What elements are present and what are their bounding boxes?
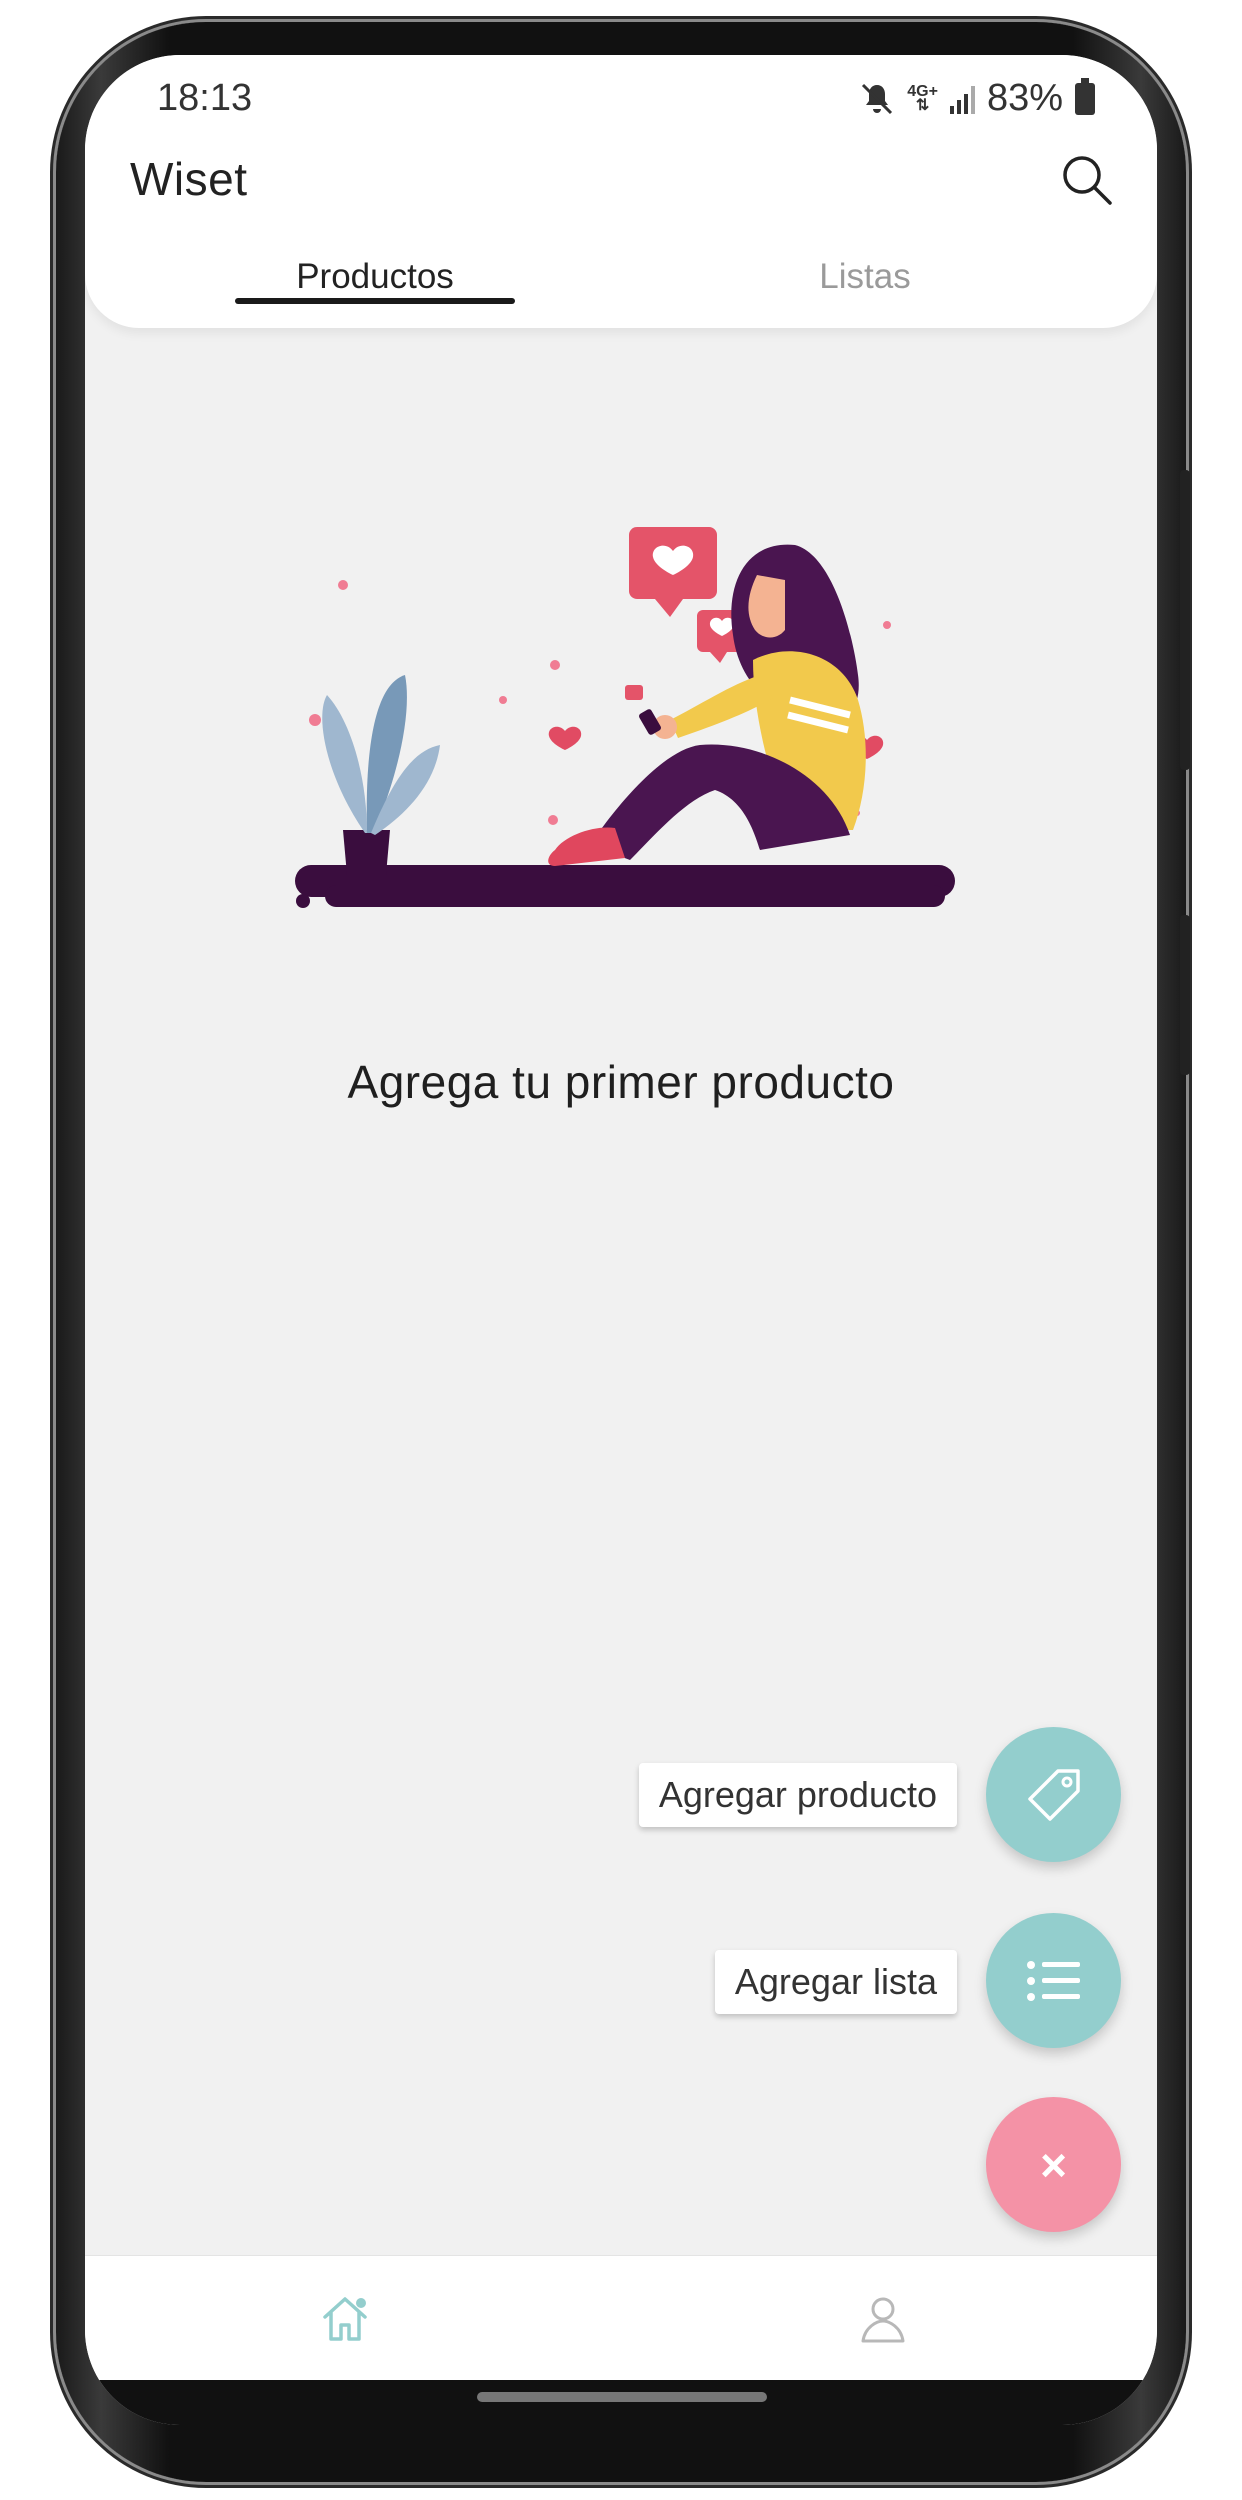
tag-icon xyxy=(1027,1768,1080,1821)
tab-productos[interactable]: Productos xyxy=(235,257,515,297)
data-arrows: ⇅ xyxy=(915,96,930,114)
app-header: 18:13 4G+ ⇅ 83% Wiset Productos Listas xyxy=(85,55,1157,328)
status-time: 18:13 xyxy=(157,77,253,119)
empty-state-message: Agrega tu primer producto xyxy=(347,1056,895,1108)
home-gesture-handle[interactable] xyxy=(477,2392,767,2402)
close-icon: × xyxy=(1040,2138,1067,2191)
add-product-button[interactable] xyxy=(986,1727,1121,1862)
battery-level: 83% xyxy=(986,77,1063,119)
active-tab-indicator xyxy=(235,298,515,304)
tab-listas[interactable]: Listas xyxy=(725,257,1005,297)
app-screen: 18:13 4G+ ⇅ 83% Wiset Productos Listas A… xyxy=(85,55,1157,2425)
add-list-label[interactable]: Agregar lista xyxy=(714,1950,957,2014)
app-title: Wiset xyxy=(130,153,248,205)
add-list-button[interactable] xyxy=(986,1913,1121,2048)
phone-side-button xyxy=(1180,470,1190,770)
search-icon[interactable] xyxy=(1057,150,1117,210)
battery-icon xyxy=(1075,77,1095,115)
user-icon[interactable] xyxy=(855,2291,911,2347)
home-icon[interactable] xyxy=(317,2291,373,2347)
list-icon xyxy=(1026,1960,1080,2001)
network-type: 4G+ ⇅ xyxy=(907,83,938,114)
bottom-navigation xyxy=(85,2255,1157,2381)
signal-icon xyxy=(949,84,975,114)
system-navigation-bar xyxy=(85,2380,1157,2425)
phone-power-button xyxy=(1180,915,1190,1075)
add-product-label[interactable]: Agregar producto xyxy=(638,1763,957,1827)
close-fab-button[interactable]: × xyxy=(986,2097,1121,2232)
empty-state-illustration xyxy=(295,527,955,908)
status-icons: 4G+ ⇅ 83% xyxy=(859,77,1095,120)
mute-icon xyxy=(862,83,893,114)
